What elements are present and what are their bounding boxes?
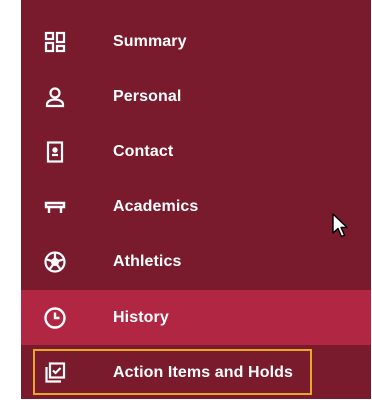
contact-card-icon — [43, 140, 67, 164]
nav-item-history[interactable]: History — [21, 290, 371, 345]
nav-item-label: Academics — [113, 197, 199, 215]
keyboard-focus-outline — [33, 349, 312, 395]
sidebar-nav: Summary Personal Contact Academics Athle… — [21, 0, 371, 399]
nav-item-personal[interactable]: Personal — [21, 69, 371, 124]
nav-item-label: Personal — [113, 87, 182, 105]
dashboard-grid-icon — [43, 30, 67, 54]
nav-item-label: History — [113, 308, 169, 326]
nav-item-academics[interactable]: Academics — [21, 179, 371, 234]
nav-item-contact[interactable]: Contact — [21, 124, 371, 179]
nav-item-summary[interactable]: Summary — [21, 14, 371, 69]
nav-item-label: Athletics — [113, 252, 182, 270]
nav-item-label: Summary — [113, 32, 187, 50]
nav-item-label: Contact — [113, 142, 174, 160]
graduation-cap-icon — [43, 195, 67, 219]
mouse-pointer-icon — [331, 213, 351, 239]
nav-item-athletics[interactable]: Athletics — [21, 234, 371, 289]
clock-icon — [43, 306, 67, 330]
person-icon — [43, 85, 67, 109]
soccer-ball-icon — [43, 250, 67, 274]
